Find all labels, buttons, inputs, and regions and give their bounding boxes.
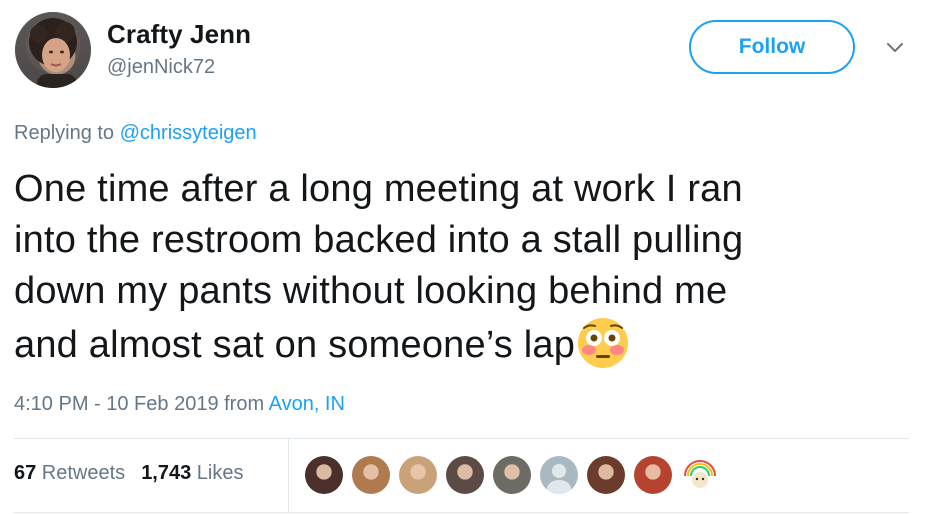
divider	[288, 439, 289, 512]
liker-avatar-2[interactable]	[352, 456, 390, 494]
liker-avatar-1[interactable]	[305, 456, 343, 494]
timestamp-text[interactable]: 4:10 PM - 10 Feb 2019 from	[14, 393, 269, 415]
reply-mention-link[interactable]: @chrissyteigen	[120, 122, 257, 144]
tweet-stats: 67 Retweets 1,743 Likes	[14, 462, 244, 485]
display-name[interactable]: Crafty Jenn	[107, 19, 251, 50]
follow-button[interactable]: Follow	[689, 20, 855, 74]
liker-avatar-8[interactable]	[634, 456, 672, 494]
liker-avatar-5[interactable]	[493, 456, 531, 494]
tweet-line-last: and almost sat on someone’s lap	[14, 317, 914, 371]
avatar[interactable]	[15, 12, 91, 88]
tweet-card: Crafty Jenn @jenNick72 Follow Replying t…	[0, 0, 938, 514]
tweet-timestamp: 4:10 PM - 10 Feb 2019 from Avon, IN	[14, 393, 345, 416]
liker-avatar-4[interactable]	[446, 456, 484, 494]
replying-prefix: Replying to	[14, 122, 115, 144]
tweet-line: and almost sat on someone’s lap	[14, 324, 576, 366]
tweet-line: into the restroom backed into a stall pu…	[14, 219, 744, 261]
liker-avatar-6[interactable]	[540, 456, 578, 494]
chevron-down-icon[interactable]	[884, 36, 906, 58]
liker-avatar-7[interactable]	[587, 456, 625, 494]
liker-avatar-3[interactable]	[399, 456, 437, 494]
divider	[14, 512, 909, 513]
user-handle[interactable]: @jenNick72	[107, 56, 215, 79]
divider	[14, 438, 909, 439]
replying-to: Replying to @chrissyteigen	[14, 122, 257, 145]
retweets-stat[interactable]: 67 Retweets	[14, 462, 125, 484]
tweet-line: down my pants without looking behind me	[14, 270, 728, 312]
tweet-text: One time after a long meeting at work I …	[14, 164, 914, 371]
tweet-line: One time after a long meeting at work I …	[14, 168, 743, 210]
flushed-face-emoji-icon	[578, 318, 629, 368]
location-link[interactable]: Avon, IN	[269, 393, 345, 415]
likes-stat[interactable]: 1,743 Likes	[141, 462, 243, 484]
liker-avatar-9[interactable]	[681, 456, 719, 494]
